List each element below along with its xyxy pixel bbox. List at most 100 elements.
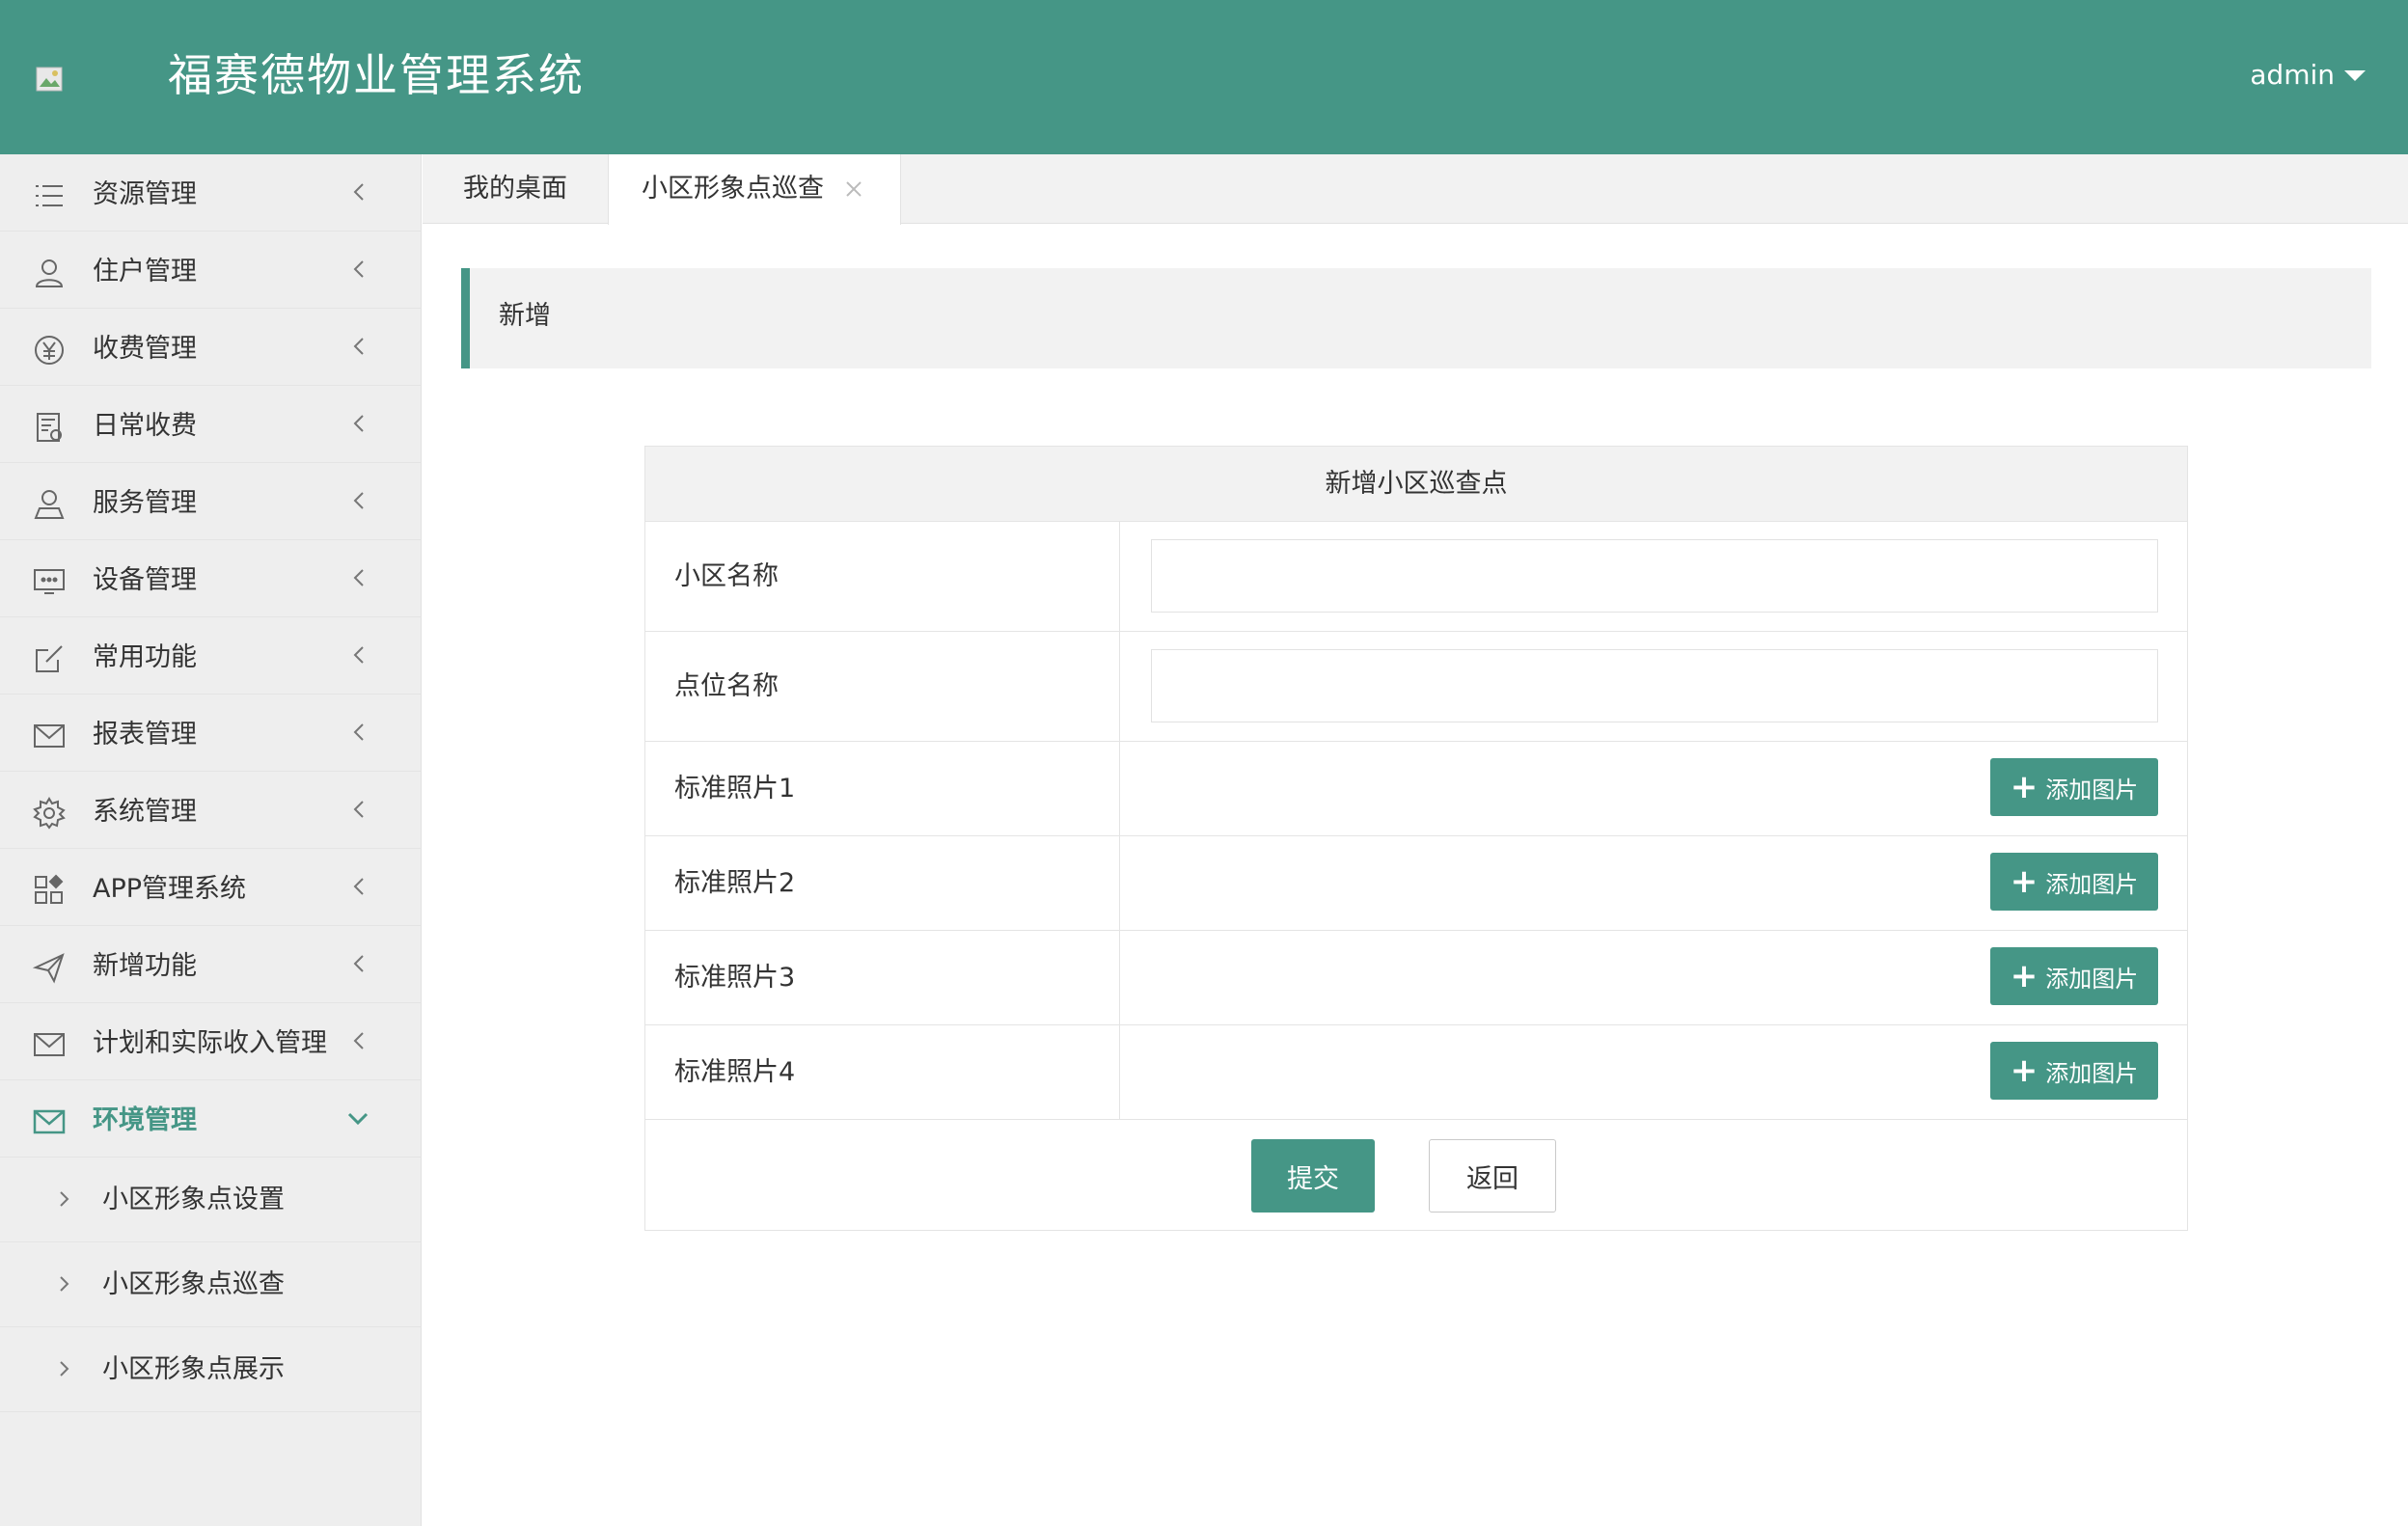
- sidebar-item-service[interactable]: 服务管理: [0, 463, 421, 540]
- add-photo-3-button[interactable]: + 添加图片: [1990, 947, 2158, 1005]
- tab-my-desktop[interactable]: 我的桌面: [423, 154, 608, 224]
- tab-point-patrol[interactable]: 小区形象点巡查: [608, 154, 901, 225]
- section-title-text: 新增: [499, 301, 551, 331]
- gear-icon: [33, 797, 66, 830]
- sidebar-item-environment[interactable]: 环境管理: [0, 1080, 421, 1158]
- chevron-left-icon: [353, 260, 364, 278]
- chevron-right-icon: [60, 1191, 69, 1207]
- form-row-photo-1: 标准照片1 + 添加图片: [645, 742, 2187, 836]
- sidebar-item-daily-fee[interactable]: 日常收费: [0, 386, 421, 463]
- form-row-photo-4: 标准照片4 + 添加图片: [645, 1025, 2187, 1120]
- sidebar-item-label: 收费管理: [93, 334, 197, 364]
- sidebar-item-label: 设备管理: [93, 565, 197, 595]
- chevron-down-icon: [347, 1112, 369, 1126]
- chevron-left-icon: [353, 492, 364, 509]
- add-photo-1-button[interactable]: + 添加图片: [1990, 758, 2158, 816]
- list-icon: [36, 185, 63, 206]
- sidebar-item-label: 新增功能: [93, 951, 197, 981]
- photo-4-label: 标准照片4: [674, 1056, 796, 1087]
- user-name: admin: [2250, 59, 2335, 91]
- sidebar-item-app[interactable]: APP管理系统: [0, 849, 421, 926]
- sidebar-item-label: 服务管理: [93, 488, 197, 518]
- sidebar-item-label: 环境管理: [93, 1105, 197, 1135]
- caret-down-icon: [2344, 69, 2366, 81]
- sidebar-item-income-plan[interactable]: 计划和实际收入管理: [0, 1003, 421, 1080]
- sidebar-subitem-point-patrol[interactable]: 小区形象点巡查: [0, 1242, 421, 1327]
- plus-icon: +: [2010, 768, 2039, 806]
- sidebar-item-label: 常用功能: [93, 642, 197, 672]
- sidebar-item-common[interactable]: 常用功能: [0, 617, 421, 695]
- top-header: 福赛德物业管理系统 admin: [0, 0, 2408, 154]
- add-photo-label: 添加图片: [2045, 870, 2139, 898]
- community-name-input[interactable]: [1151, 539, 2158, 613]
- sidebar-item-label: APP管理系统: [93, 874, 247, 904]
- sidebar-subitem-point-display[interactable]: 小区形象点展示: [0, 1327, 421, 1412]
- form-label-cell: 小区名称: [645, 522, 1120, 631]
- sidebar-item-label: 资源管理: [93, 179, 197, 209]
- sidebar-item-new-features[interactable]: 新增功能: [0, 926, 421, 1003]
- chevron-left-icon: [353, 183, 364, 201]
- send-icon: [33, 953, 65, 984]
- sidebar-item-report[interactable]: 报表管理: [0, 695, 421, 772]
- chevron-right-icon: [60, 1276, 69, 1292]
- tab-label: 小区形象点巡查: [642, 174, 824, 204]
- sidebar-item-label: 报表管理: [93, 720, 197, 749]
- chevron-left-icon: [353, 723, 364, 741]
- submit-button[interactable]: 提交: [1251, 1139, 1375, 1213]
- broken-image-icon: [36, 67, 63, 92]
- add-photo-label: 添加图片: [2045, 1059, 2139, 1087]
- photo-3-label: 标准照片3: [674, 962, 796, 993]
- sidebar-subitem-label: 小区形象点设置: [102, 1185, 285, 1214]
- sidebar-item-label: 日常收费: [93, 411, 197, 441]
- form-row-community-name: 小区名称: [645, 522, 2187, 632]
- add-photo-4-button[interactable]: + 添加图片: [1990, 1042, 2158, 1100]
- sidebar-item-resident[interactable]: 住户管理: [0, 232, 421, 309]
- point-name-label: 点位名称: [674, 670, 779, 701]
- plus-icon: +: [2010, 862, 2039, 901]
- app-title: 福赛德物业管理系统: [168, 49, 585, 101]
- chevron-left-icon: [353, 801, 364, 818]
- form-heading: 新增小区巡查点: [645, 447, 2187, 522]
- form-label-cell: 点位名称: [645, 632, 1120, 741]
- form-label-cell: 标准照片1: [645, 742, 1120, 835]
- close-icon[interactable]: [844, 179, 863, 199]
- form-row-photo-2: 标准照片2 + 添加图片: [645, 836, 2187, 931]
- sidebar: 资源管理 住户管理 收费管理 日常收费 服务管理 设备管理 常用功能 报表管理 …: [0, 154, 422, 1526]
- community-name-label: 小区名称: [674, 560, 779, 591]
- chevron-right-icon: [60, 1361, 69, 1376]
- form-row-point-name: 点位名称: [645, 632, 2187, 742]
- plus-icon: +: [2010, 1051, 2039, 1090]
- point-name-input[interactable]: [1151, 649, 2158, 722]
- add-photo-label: 添加图片: [2045, 965, 2139, 993]
- chevron-left-icon: [353, 569, 364, 586]
- sidebar-item-label: 系统管理: [93, 797, 197, 827]
- chevron-left-icon: [353, 646, 364, 664]
- sidebar-subitem-label: 小区形象点展示: [102, 1354, 285, 1384]
- user-menu[interactable]: admin: [2250, 54, 2366, 96]
- sidebar-item-fee[interactable]: 收费管理: [0, 309, 421, 386]
- calculator-icon: [37, 413, 62, 442]
- edit-icon: [36, 645, 63, 672]
- device-icon: [34, 569, 65, 594]
- sidebar-item-label: 计划和实际收入管理: [93, 1028, 327, 1058]
- plus-icon: +: [2010, 957, 2039, 995]
- form-label-cell: 标准照片2: [645, 836, 1120, 930]
- photo-1-label: 标准照片1: [674, 773, 796, 804]
- yen-icon: [35, 336, 64, 365]
- add-patrol-point-form: 新增小区巡查点 小区名称 点位名称 标准照片1 + 添加图片 标准照片2 + 添…: [644, 446, 2188, 1231]
- sidebar-item-system[interactable]: 系统管理: [0, 772, 421, 849]
- back-button[interactable]: 返回: [1429, 1139, 1556, 1213]
- chevron-left-icon: [353, 415, 364, 432]
- sidebar-item-resource[interactable]: 资源管理: [0, 154, 421, 232]
- sidebar-subitem-label: 小区形象点巡查: [102, 1269, 285, 1299]
- photo-2-label: 标准照片2: [674, 867, 796, 898]
- apps-icon: [35, 874, 64, 904]
- sidebar-subitem-point-settings[interactable]: 小区形象点设置: [0, 1158, 421, 1242]
- section-title: 新增: [461, 268, 2371, 368]
- add-photo-2-button[interactable]: + 添加图片: [1990, 853, 2158, 911]
- tab-bar: 我的桌面 小区形象点巡查: [423, 154, 2408, 225]
- sidebar-item-device[interactable]: 设备管理: [0, 540, 421, 617]
- mail-icon: [33, 1109, 66, 1134]
- mail-icon: [34, 1033, 65, 1056]
- chevron-left-icon: [353, 878, 364, 895]
